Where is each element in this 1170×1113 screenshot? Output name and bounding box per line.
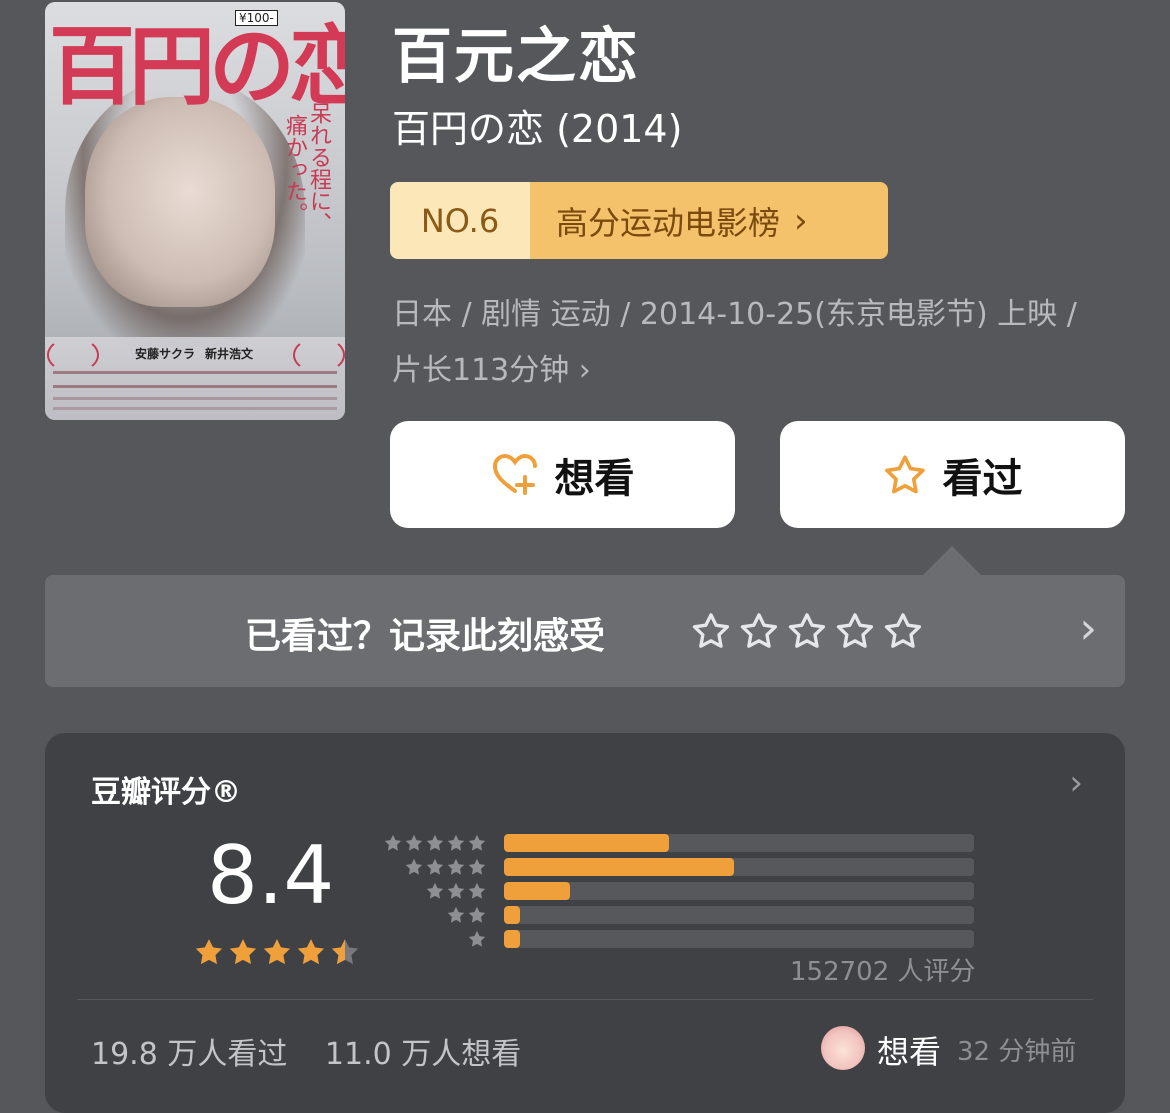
seen-label: 看过 (942, 455, 1023, 502)
rating-bar-row (382, 857, 974, 877)
chevron-right-icon: › (1079, 603, 1097, 654)
bar-track (504, 930, 974, 948)
want-to-watch-button[interactable]: 想看 (390, 421, 735, 528)
bar-track (504, 834, 974, 852)
ranking-list: 高分运动电影榜 › (530, 182, 888, 259)
star-outline-icon (884, 454, 925, 493)
credits-line (53, 371, 337, 374)
bar-fill-2-star (504, 906, 521, 924)
star-icon (426, 834, 444, 851)
chevron-right-icon[interactable]: › (1069, 763, 1083, 803)
poster-title: 百円の恋 (49, 16, 345, 117)
seen-button[interactable]: 看过 (780, 421, 1125, 528)
credits-line (53, 407, 337, 410)
star-icon (229, 939, 257, 965)
star-outline-icon[interactable] (787, 611, 827, 651)
poster-face (85, 97, 275, 307)
star-icon (447, 906, 465, 923)
star-outline-icon[interactable] (691, 611, 731, 651)
chevron-right-icon: › (794, 200, 808, 241)
star-icon (468, 930, 486, 947)
rate-stars[interactable] (691, 611, 923, 651)
seen-count: 19.8 万人看过 (91, 1037, 288, 1072)
heart-plus-icon (492, 453, 537, 495)
record-prompt: 已看过？记录此刻感受 (245, 616, 606, 657)
star-icon (297, 939, 325, 965)
rating-score: 8.4 (207, 829, 335, 922)
poster-cast-2: 新井浩文 (205, 347, 254, 361)
bar-star-label (382, 857, 487, 877)
rating-card: 豆瓣评分® › 8.4 152702 人评分 19.8 万人看过 11.0 万人… (45, 733, 1125, 1113)
bar-fill-1-star (504, 930, 521, 948)
audience-stats: 19.8 万人看过 11.0 万人想看 (91, 1029, 549, 1073)
star-icon (426, 882, 444, 899)
movie-meta-info[interactable]: 日本 / 剧情 运动 / 2014-10-25(东京电影节) 上映 / 片长11… (392, 287, 1092, 399)
bar-star-label (382, 905, 487, 925)
poster-credits: 安藤サクラ 新井浩文 (45, 337, 345, 420)
rating-label: 豆瓣评分® (91, 775, 241, 810)
star-icon (426, 858, 444, 875)
poster-tagline-left: 痛かった。 (282, 114, 307, 224)
poster-tagline-right: 呆れる程に、 (306, 102, 331, 234)
star-icon (447, 882, 465, 899)
movie-poster[interactable]: 百円の恋 ¥100- 呆れる程に、 痛かった。 安藤サクラ 新井浩文 (45, 2, 345, 420)
poster-cast-1: 安藤サクラ (135, 347, 196, 361)
rating-bar-row (382, 905, 974, 925)
star-outline-icon[interactable] (739, 611, 779, 651)
star-icon (263, 939, 291, 965)
ranking-number: NO.6 (390, 182, 530, 259)
credits-line (53, 385, 337, 388)
rating-bar-row (382, 929, 974, 949)
want-count: 11.0 万人想看 (324, 1037, 522, 1072)
star-icon (468, 882, 486, 899)
bar-track (504, 858, 974, 876)
record-feeling-panel[interactable]: 已看过？记录此刻感受 › (45, 575, 1125, 687)
laurel-left-icon (47, 337, 99, 373)
credits-line (53, 397, 337, 400)
movie-title: 百元之恋 (392, 22, 640, 92)
want-label: 想看 (554, 455, 635, 502)
star-icon (331, 939, 359, 965)
tooltip-pointer (922, 546, 982, 576)
star-icon (468, 834, 486, 851)
rating-bar-row (382, 881, 974, 901)
ranking-badge[interactable]: NO.6 高分运动电影榜 › (390, 182, 888, 259)
star-icon (405, 834, 423, 851)
avatar[interactable] (821, 1026, 865, 1070)
score-stars (193, 936, 361, 968)
star-outline-icon[interactable] (883, 611, 923, 651)
rating-bar-row (382, 833, 974, 853)
star-icon (405, 858, 423, 875)
movie-original-title: 百円の恋 (2014) (392, 107, 683, 151)
star-outline-icon[interactable] (835, 611, 875, 651)
bar-fill-4-star (504, 858, 735, 876)
star-icon (447, 834, 465, 851)
star-icon (447, 858, 465, 875)
bar-star-label (382, 881, 487, 901)
star-icon (384, 834, 402, 851)
bar-star-label (382, 929, 487, 949)
ranking-list-name: 高分运动电影榜 (556, 203, 781, 242)
bar-fill-5-star (504, 834, 669, 852)
friend-action: 想看 (877, 1033, 942, 1071)
bar-fill-3-star (504, 882, 570, 900)
star-icon (468, 858, 486, 875)
bar-track (504, 882, 974, 900)
divider (77, 999, 1093, 1000)
poster-price-tag: ¥100- (235, 10, 278, 26)
rating-count: 152702 人评分 (790, 957, 976, 987)
bar-star-label (382, 833, 487, 853)
star-icon (468, 906, 486, 923)
bar-track (504, 906, 974, 924)
friend-time: 32 分钟前 (957, 1037, 1077, 1067)
laurel-right-icon (293, 337, 345, 373)
star-icon (195, 939, 223, 965)
